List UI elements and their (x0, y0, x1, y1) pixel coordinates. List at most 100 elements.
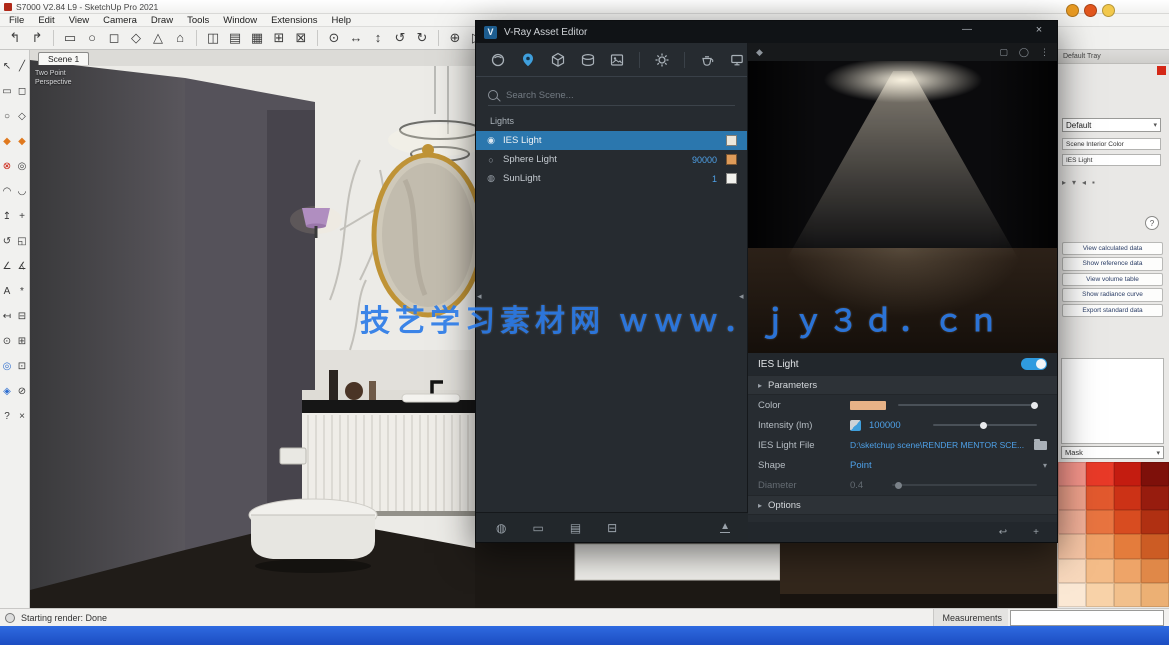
intensity-slider[interactable] (933, 424, 1037, 426)
render-toolbar-icon[interactable]: ⋮ (1040, 47, 1049, 58)
light-row[interactable]: ◉IES Light (476, 131, 747, 150)
tray-icon[interactable]: ◂ (1082, 178, 1086, 187)
light-color-swatch[interactable] (726, 135, 737, 146)
color-swatch[interactable] (1058, 486, 1086, 510)
tool-icon[interactable]: ◎ (0, 354, 15, 379)
collapse-left-icon[interactable]: ◂ (477, 291, 482, 302)
tool-icon[interactable]: ⊘ (15, 379, 30, 404)
texture-slot-icon[interactable] (850, 420, 861, 431)
menu-extensions[interactable]: Extensions (264, 15, 324, 26)
toolbar-icon[interactable]: ◻ (105, 29, 123, 47)
toolbar-icon[interactable]: ⌂ (171, 29, 189, 47)
vray-bottom-icon[interactable]: ◍ (496, 521, 506, 535)
export-icon[interactable]: ▲ (720, 522, 730, 533)
tool-icon[interactable]: ▭ (0, 79, 15, 104)
intensity-value[interactable]: 100000 (869, 420, 921, 431)
color-swatch[interactable] (1114, 583, 1142, 607)
scene-tab[interactable]: Scene 1 (38, 52, 89, 65)
color-swatch[interactable] (1114, 462, 1142, 486)
vray-bottom-icon[interactable]: ▤ (570, 521, 581, 535)
vray-bottom-icon[interactable]: ▭ (532, 521, 543, 535)
plugin-icon[interactable] (1102, 4, 1115, 17)
color-swatch[interactable] (1086, 486, 1114, 510)
tray-button[interactable]: Export standard data (1062, 304, 1163, 317)
tool-icon[interactable]: ◆ (0, 129, 15, 154)
add-icon[interactable]: + (1033, 527, 1039, 538)
toolbar-icon[interactable]: ↱ (28, 29, 46, 47)
tool-icon[interactable]: ⊞ (15, 329, 30, 354)
preview-teapot-icon[interactable] (697, 50, 717, 70)
menu-file[interactable]: File (2, 15, 31, 26)
tool-icon[interactable]: ? (0, 404, 15, 429)
tool-icon[interactable]: ⊟ (15, 304, 30, 329)
color-swatch[interactable] (1114, 559, 1142, 583)
toolbar-icon[interactable]: ◇ (127, 29, 145, 47)
tool-icon[interactable]: ↺ (0, 229, 15, 254)
plugin-icon[interactable] (1066, 4, 1079, 17)
color-swatch[interactable] (1141, 486, 1169, 510)
menu-camera[interactable]: Camera (96, 15, 144, 26)
color-swatch[interactable] (1114, 534, 1142, 558)
toolbar-icon[interactable]: ↻ (413, 29, 431, 47)
tool-icon[interactable]: ╱ (15, 54, 30, 79)
back-icon[interactable]: ↩ (999, 527, 1007, 538)
toolbar-icon[interactable]: ▦ (248, 29, 266, 47)
tray-field-1[interactable]: Scene Interior Color (1062, 138, 1161, 150)
color-swatch[interactable] (1086, 462, 1114, 486)
tray-field-2[interactable]: IES Light (1062, 154, 1161, 166)
menu-tools[interactable]: Tools (180, 15, 216, 26)
minimize-button[interactable]: — (959, 24, 975, 35)
tool-icon[interactable]: ◆ (15, 129, 30, 154)
plugin-icon[interactable] (1084, 4, 1097, 17)
tool-icon[interactable]: ↖ (0, 54, 15, 79)
toolbar-icon[interactable]: ◫ (204, 29, 222, 47)
toolbar-icon[interactable]: ○ (83, 29, 101, 47)
tray-default-dropdown[interactable]: Default ▾ (1062, 118, 1161, 132)
toolbar-icon[interactable]: ↺ (391, 29, 409, 47)
tool-icon[interactable]: ◎ (15, 154, 30, 179)
color-slider[interactable] (898, 404, 1037, 406)
light-color-swatch[interactable] (726, 154, 737, 165)
tool-icon[interactable]: ◈ (0, 379, 15, 404)
color-swatch[interactable] (1114, 510, 1142, 534)
menu-draw[interactable]: Draw (144, 15, 180, 26)
color-swatch[interactable] (1086, 583, 1114, 607)
color-swatch[interactable] (1058, 534, 1086, 558)
color-swatch[interactable] (1141, 534, 1169, 558)
toolbar-icon[interactable]: ▤ (226, 29, 244, 47)
toolbar-icon[interactable]: ⊠ (292, 29, 310, 47)
color-swatch[interactable] (1058, 510, 1086, 534)
tray-icon[interactable]: ▸ (1062, 178, 1066, 187)
color-swatch[interactable] (1114, 486, 1142, 510)
tool-icon[interactable]: ⊡ (15, 354, 30, 379)
color-swatch[interactable] (1086, 534, 1114, 558)
menu-help[interactable]: Help (325, 15, 359, 26)
light-row[interactable]: ◍SunLight1 (476, 169, 747, 188)
toolbar-icon[interactable]: △ (149, 29, 167, 47)
tray-icon[interactable]: ▾ (1072, 178, 1076, 187)
tray-button[interactable]: Show radiance curve (1062, 288, 1163, 301)
record-badge[interactable] (1157, 66, 1166, 75)
color-swatch[interactable] (1058, 583, 1086, 607)
tool-icon[interactable]: ⊗ (0, 154, 15, 179)
light-row[interactable]: ○Sphere Light90000 (476, 150, 747, 169)
geometry-icon[interactable] (548, 50, 568, 70)
close-button[interactable]: × (1031, 24, 1047, 36)
tool-icon[interactable]: * (15, 279, 30, 304)
toolbar-icon[interactable]: ⊕ (446, 29, 464, 47)
tool-icon[interactable]: ○ (0, 104, 15, 129)
light-color-swatch[interactable] (726, 173, 737, 184)
color-swatch[interactable] (1141, 462, 1169, 486)
toolbar-icon[interactable]: ↕ (369, 29, 387, 47)
tray-header[interactable]: Default Tray (1058, 50, 1169, 64)
menu-view[interactable]: View (62, 15, 96, 26)
tool-icon[interactable]: ◇ (15, 104, 30, 129)
menu-window[interactable]: Window (216, 15, 264, 26)
render-menu-icon[interactable]: ◆ (756, 47, 763, 58)
tray-subpanel[interactable] (1061, 358, 1164, 444)
tray-button[interactable]: View volume table (1062, 273, 1163, 286)
options-section-header[interactable]: ▸ Options (748, 495, 1057, 515)
tool-icon[interactable]: ↥ (0, 204, 15, 229)
light-enabled-toggle[interactable] (1021, 358, 1047, 370)
tool-icon[interactable]: × (15, 404, 30, 429)
